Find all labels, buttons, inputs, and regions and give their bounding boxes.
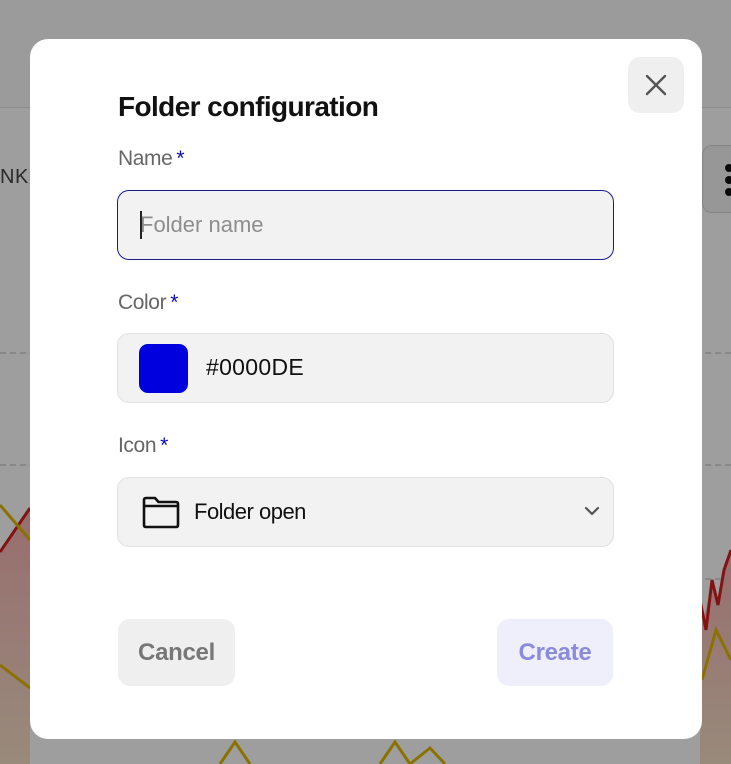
create-button[interactable]: Create — [497, 619, 613, 686]
close-button[interactable] — [628, 57, 684, 113]
color-label-text: Color — [118, 291, 167, 314]
color-hex-value: #0000DE — [206, 354, 305, 380]
required-marker: * — [160, 434, 168, 457]
name-label: Name * — [118, 147, 185, 171]
chevron-down-icon — [584, 506, 600, 516]
color-label: Color * — [118, 291, 178, 315]
folder-open-icon — [142, 496, 180, 529]
folder-configuration-dialog: Folder configuration Name* Color* #0000D… — [30, 39, 702, 739]
icon-label-text: Icon — [118, 434, 157, 457]
icon-select-value: Folder open — [194, 499, 306, 524]
color-swatch[interactable] — [139, 344, 188, 393]
text-caret — [140, 211, 142, 239]
color-picker-field[interactable]: #0000DE — [117, 333, 614, 403]
icon-label: Icon * — [118, 434, 168, 458]
cancel-button[interactable]: Cancel — [118, 619, 235, 686]
name-field[interactable] — [117, 190, 614, 260]
close-icon — [645, 74, 667, 96]
required-marker: * — [170, 291, 178, 314]
name-label-text: Name — [118, 147, 173, 170]
required-marker: * — [176, 147, 185, 170]
folder-name-input[interactable] — [118, 191, 613, 259]
icon-select[interactable]: Folder open — [117, 477, 614, 547]
dialog-title: Folder configuration — [118, 91, 379, 122]
